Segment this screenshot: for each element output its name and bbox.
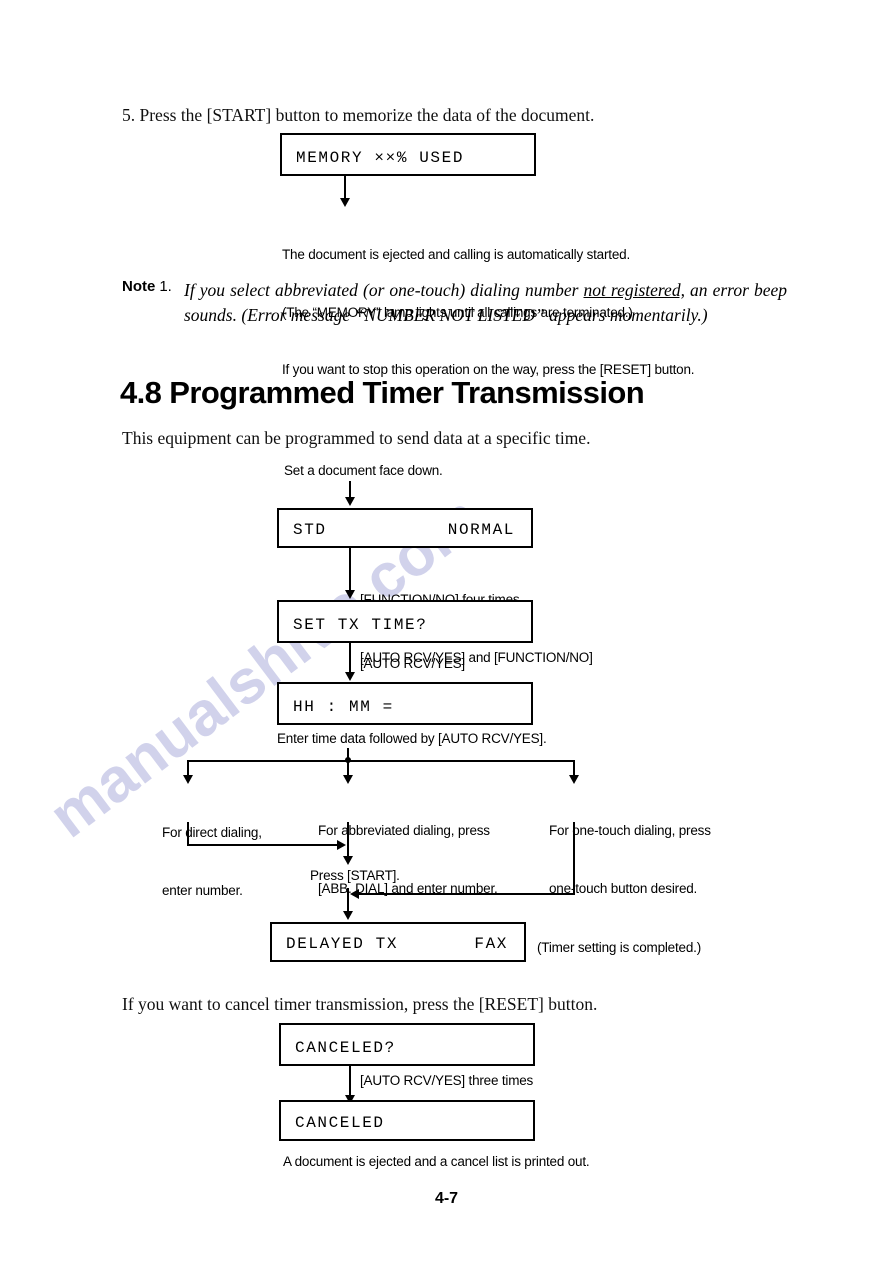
manual-page: manualshive.com 5. Press the [START] but… xyxy=(0,0,893,1263)
branch-abbreviated-dialing-line-1: For abbreviated dialing, press xyxy=(318,823,490,839)
branch-direct-dialing-line-1: For direct dialing, xyxy=(162,825,262,841)
arrow-down-icon xyxy=(343,856,353,865)
branch-bar xyxy=(187,760,575,762)
note-number: 1. xyxy=(159,278,172,295)
lcd-std-right: NORMAL xyxy=(447,521,515,539)
arrow-down-icon xyxy=(343,911,353,920)
note-block: Note 1. If you select abbreviated (or on… xyxy=(122,278,787,328)
arrow-down-icon xyxy=(345,590,355,599)
flow-step3-caption: Enter time data followed by [AUTO RCV/YE… xyxy=(277,731,547,746)
lcd-memory-used: MEMORY ××% USED xyxy=(280,133,536,176)
step5-instruction: 5. Press the [START] button to memorize … xyxy=(122,105,595,125)
connector-right-merge-vertical xyxy=(573,822,575,895)
connector-left-merge-vertical xyxy=(187,822,189,846)
lcd-canceled: CANCELED xyxy=(279,1100,535,1141)
page-number: 4-7 xyxy=(434,1190,459,1207)
branch-direct-dialing-line-2: enter number. xyxy=(162,882,243,898)
step5-outcome-line-1: The document is ejected and calling is a… xyxy=(282,247,630,263)
arrow-down-icon xyxy=(183,775,193,784)
flow-start-caption: Set a document face down. xyxy=(284,463,443,478)
arrow-down-icon xyxy=(340,198,350,207)
connector-left-merge-horizontal xyxy=(187,844,339,846)
connector-settx-to-hhmm xyxy=(349,643,351,674)
lcd-std-left: STD xyxy=(293,521,327,539)
lcd-delayed-tx: DELAYED TX FAX xyxy=(270,922,526,962)
connector-std-to-settx xyxy=(349,548,351,592)
cancel-caption: [AUTO RCV/YES] three times xyxy=(360,1073,534,1088)
lcd-hh-mm: HH : MM = xyxy=(277,682,533,725)
lcd-hh-mm-text: HH : MM = xyxy=(293,698,394,716)
branch-direct-dialing: For direct dialing, enter number. xyxy=(162,785,262,938)
note-text-a: If you select abbreviated (or one-touch)… xyxy=(184,280,584,300)
lcd-delayed-tx-right: FAX xyxy=(474,935,508,953)
page-title: 4.8 Programmed Timer Transmission xyxy=(120,375,645,410)
cancel-outcome: A document is ejected and a cancel list … xyxy=(283,1154,590,1169)
lcd-canceled-question: CANCELED? xyxy=(279,1023,535,1066)
lcd-set-tx-time-text: SET TX TIME? xyxy=(293,616,428,634)
lcd-canceled-question-text: CANCELED? xyxy=(295,1039,396,1057)
lcd-memory-used-text: MEMORY ××% USED xyxy=(296,149,465,167)
arrow-left-icon xyxy=(350,889,359,899)
cancel-intro: If you want to cancel timer transmission… xyxy=(122,994,598,1014)
connector-canceled-q-to-canceled xyxy=(349,1066,351,1098)
arrow-down-icon xyxy=(345,497,355,506)
arrow-down-icon xyxy=(345,672,355,681)
lcd-canceled-text: CANCELED xyxy=(295,1114,385,1132)
lcd-delayed-tx-left: DELAYED TX xyxy=(286,935,399,953)
lcd-std-normal: STD NORMAL xyxy=(277,508,533,548)
note-text-underlined: not registered, xyxy=(583,280,685,300)
connector-right-merge-horizontal xyxy=(357,893,575,895)
connector-memory-to-outcome xyxy=(344,176,346,200)
arrow-right-icon xyxy=(337,840,346,850)
lcd-set-tx-time: SET TX TIME? xyxy=(277,600,533,643)
flow-press-start-caption: Press [START]. xyxy=(310,868,400,883)
section-intro: This equipment can be programmed to send… xyxy=(122,428,591,448)
note-body: If you select abbreviated (or one-touch)… xyxy=(184,278,787,328)
flow-step2-caption: [AUTO RCV/YES] xyxy=(360,656,465,671)
delayed-tx-note: (Timer setting is completed.) xyxy=(537,940,701,955)
note-label: Note xyxy=(122,278,156,295)
